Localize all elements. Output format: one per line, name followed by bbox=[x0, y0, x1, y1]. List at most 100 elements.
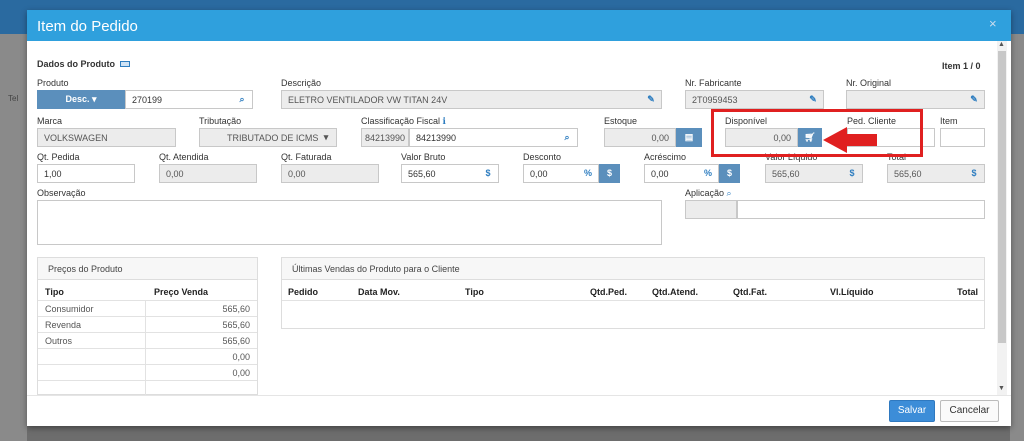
card-icon[interactable] bbox=[119, 61, 130, 67]
valor-liquido-value: 565,60 bbox=[772, 169, 800, 179]
background-left: Tel bbox=[0, 34, 27, 441]
qt-pedida-label: Qt. Pedida bbox=[37, 152, 80, 162]
nr-fabricante-label: Nr. Fabricante bbox=[685, 78, 742, 88]
aplicacao-label-text: Aplicação bbox=[685, 188, 725, 198]
qt-pedida-input[interactable]: 1,00 bbox=[37, 164, 135, 183]
acrescimo-input[interactable]: 0,00 % bbox=[644, 164, 719, 183]
ultimas-vendas-panel: Últimas Vendas do Produto para o Cliente… bbox=[281, 257, 985, 329]
col-pedido: Pedido bbox=[288, 287, 319, 297]
descricao-field: ELETRO VENTILADOR VW TITAN 24V ✎ bbox=[281, 90, 662, 109]
precos-panel: Preços do Produto Tipo Preço Venda Consu… bbox=[37, 257, 258, 396]
valor-liquido-field: 565,60 $ bbox=[765, 164, 863, 183]
qt-faturada-field: 0,00 bbox=[281, 164, 379, 183]
valor-bruto-input[interactable]: 565,60 $ bbox=[401, 164, 499, 183]
list-item: Consumidor bbox=[45, 304, 94, 314]
descricao-value: ELETRO VENTILADOR VW TITAN 24V bbox=[288, 95, 448, 105]
descricao-label: Descrição bbox=[281, 78, 322, 88]
col-total: Total bbox=[957, 287, 978, 297]
produto-input[interactable]: 270199 ⌕ bbox=[125, 90, 253, 109]
aplicacao-code bbox=[685, 200, 737, 219]
scroll-down-icon[interactable]: ▼ bbox=[998, 385, 1005, 392]
classificacao-value: 84213990 bbox=[416, 133, 457, 143]
desconto-currency-button[interactable]: $ bbox=[599, 164, 620, 183]
close-icon[interactable]: × bbox=[989, 16, 997, 31]
list-item: Revenda bbox=[45, 320, 82, 330]
list-item: Outros bbox=[45, 336, 73, 346]
classificacao-label: Classificação Fiscal ℹ bbox=[361, 116, 446, 127]
search-icon[interactable]: ⌕ bbox=[557, 129, 577, 146]
classificacao-label-text: Classificação Fiscal bbox=[361, 116, 441, 126]
aplicacao-input[interactable] bbox=[737, 200, 985, 219]
list-item-value: 0,00 bbox=[232, 368, 250, 378]
section-title-text: Dados do Produto bbox=[37, 59, 115, 69]
dialog-scrollbar[interactable]: ▲ ▼ bbox=[997, 41, 1007, 395]
observacao-label: Observação bbox=[37, 188, 86, 198]
table-icon[interactable]: ▤ bbox=[676, 128, 702, 147]
produto-label: Produto bbox=[37, 78, 69, 88]
total-field: 565,60 $ bbox=[887, 164, 985, 183]
percent-icon: % bbox=[583, 168, 592, 178]
list-item-value: 565,60 bbox=[222, 320, 250, 330]
valor-bruto-value: 565,60 bbox=[408, 169, 436, 179]
acrescimo-value: 0,00 bbox=[651, 169, 669, 179]
search-icon[interactable]: ⌕ bbox=[727, 188, 732, 198]
aplicacao-label: Aplicação ⌕ bbox=[685, 188, 732, 199]
section-title: Dados do Produto bbox=[37, 59, 130, 69]
col-tipo: Tipo bbox=[465, 287, 484, 297]
info-icon[interactable]: ℹ bbox=[443, 116, 446, 126]
nr-original-field: ✎ bbox=[846, 90, 985, 109]
nr-fabricante-value: 2T0959453 bbox=[692, 95, 738, 105]
highlight-box bbox=[711, 109, 923, 157]
produto-value: 270199 bbox=[132, 95, 163, 105]
tributacao-label: Tributação bbox=[199, 116, 242, 126]
nr-original-label: Nr. Original bbox=[846, 78, 892, 88]
col-qtd-fat: Qtd.Fat. bbox=[733, 287, 767, 297]
qt-faturada-label: Qt. Faturada bbox=[281, 152, 332, 162]
item-label: Item bbox=[940, 116, 958, 126]
valor-bruto-label: Valor Bruto bbox=[401, 152, 446, 162]
scroll-up-icon[interactable]: ▲ bbox=[998, 41, 1005, 48]
dialog-header: Item do Pedido × bbox=[27, 10, 1011, 41]
desconto-label: Desconto bbox=[523, 152, 562, 162]
tributacao-value: TRIBUTADO DE ICMS bbox=[227, 133, 319, 143]
desconto-value: 0,00 bbox=[530, 169, 548, 179]
qt-atendida-field: 0,00 bbox=[159, 164, 257, 183]
save-button[interactable]: Salvar bbox=[889, 400, 935, 422]
dollar-icon: $ bbox=[485, 168, 491, 178]
edit-icon[interactable]: ✎ bbox=[803, 91, 823, 108]
chevron-down-icon: ▾ bbox=[323, 132, 329, 142]
acrescimo-currency-button[interactable]: $ bbox=[719, 164, 740, 183]
search-icon[interactable]: ⌕ bbox=[232, 91, 252, 108]
nr-fabricante-field: 2T0959453 ✎ bbox=[685, 90, 824, 109]
desconto-input[interactable]: 0,00 % bbox=[523, 164, 599, 183]
item-counter: Item 1 / 0 bbox=[942, 61, 981, 71]
classificacao-code: 84213990 bbox=[361, 128, 409, 147]
background-left-text: Tel bbox=[8, 94, 19, 103]
scrollbar-thumb[interactable] bbox=[998, 51, 1006, 343]
edit-icon[interactable]: ✎ bbox=[964, 91, 984, 108]
marca-label: Marca bbox=[37, 116, 63, 126]
ultimas-title: Últimas Vendas do Produto para o Cliente bbox=[292, 264, 460, 274]
cancel-button[interactable]: Cancelar bbox=[940, 400, 999, 422]
acrescimo-label: Acréscimo bbox=[644, 152, 687, 162]
marca-field: VOLKSWAGEN bbox=[37, 128, 176, 147]
tributacao-select[interactable]: TRIBUTADO DE ICMS ▾ bbox=[199, 128, 337, 147]
precos-header-preco: Preço Venda bbox=[154, 287, 209, 297]
dollar-icon: $ bbox=[849, 168, 855, 178]
precos-title: Preços do Produto bbox=[48, 264, 123, 274]
dialog-footer bbox=[27, 395, 1011, 426]
edit-icon[interactable]: ✎ bbox=[641, 91, 661, 108]
observacao-textarea[interactable] bbox=[37, 200, 662, 245]
list-item-value: 565,60 bbox=[222, 336, 250, 346]
item-dialog: Item do Pedido × ▲ ▼ Dados do Produto It… bbox=[27, 10, 1011, 426]
classificacao-input[interactable]: 84213990 ⌕ bbox=[409, 128, 578, 147]
ultimas-panel-header: Últimas Vendas do Produto para o Cliente bbox=[282, 258, 984, 280]
estoque-label: Estoque bbox=[604, 116, 638, 126]
total-value: 565,60 bbox=[894, 169, 922, 179]
arrow-annotation-icon bbox=[823, 127, 877, 153]
precos-header-tipo: Tipo bbox=[45, 287, 64, 297]
produto-mode-dropdown[interactable]: Desc. ▾ bbox=[37, 90, 125, 109]
percent-icon: % bbox=[703, 168, 712, 178]
item-input[interactable] bbox=[940, 128, 985, 147]
col-qtd-ped: Qtd.Ped. bbox=[590, 287, 628, 297]
